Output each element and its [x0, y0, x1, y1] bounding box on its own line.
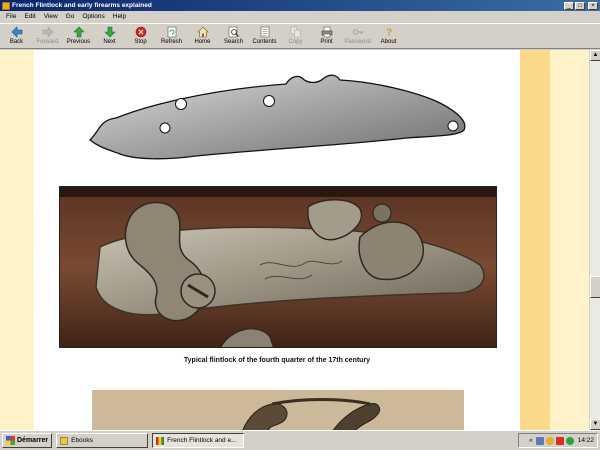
- tray-expand-icon[interactable]: «: [529, 437, 533, 444]
- scroll-down-icon[interactable]: ▼: [590, 419, 600, 430]
- next-button[interactable]: Next: [94, 24, 125, 49]
- arrow-left-icon: [11, 26, 23, 38]
- refresh-button[interactable]: Refresh: [156, 24, 187, 49]
- start-label: Démarrer: [17, 437, 49, 444]
- menu-bar: File Edit View Go Options Help: [0, 11, 600, 22]
- folder-icon: [60, 436, 69, 445]
- menu-options[interactable]: Options: [78, 13, 108, 20]
- start-button[interactable]: Démarrer: [2, 433, 53, 448]
- close-button[interactable]: ×: [588, 1, 598, 10]
- task-label: Ebooks: [71, 437, 93, 444]
- system-tray: « 14:22: [518, 433, 598, 448]
- maximize-button[interactable]: □: [575, 1, 585, 10]
- task-ebooks[interactable]: Ebooks: [56, 433, 149, 448]
- svg-text:?: ?: [385, 28, 391, 39]
- menu-view[interactable]: View: [40, 13, 62, 20]
- stop-button[interactable]: Stop: [125, 24, 156, 49]
- window-title: French Flintlock and early firearms expl…: [12, 2, 152, 9]
- search-icon: [228, 26, 240, 38]
- margin-band: [550, 50, 589, 430]
- arrow-down-icon: [103, 26, 116, 38]
- scroll-thumb[interactable]: [590, 276, 600, 298]
- figure-caption: Typical flintlock of the fourth quarter …: [183, 357, 371, 364]
- windows-logo-icon: [6, 436, 15, 445]
- app-icon: [2, 1, 10, 10]
- volume-icon[interactable]: [545, 436, 554, 445]
- vertical-scrollbar[interactable]: ▲ ▼: [589, 50, 600, 430]
- scroll-up-icon[interactable]: ▲: [590, 50, 600, 61]
- contents-icon: [259, 26, 271, 38]
- arrow-up-icon: [72, 26, 85, 38]
- book-icon: [156, 436, 165, 445]
- stop-icon: [135, 26, 147, 38]
- key-icon: [352, 26, 364, 38]
- contents-button[interactable]: Contents: [249, 24, 280, 49]
- updates-icon[interactable]: [565, 436, 574, 445]
- taskbar: Démarrer Ebooks French Flintlock and e..…: [0, 430, 600, 450]
- flintlock-photo: [59, 186, 497, 348]
- security-icon[interactable]: [555, 436, 564, 445]
- task-french-flintlock[interactable]: French Flintlock and e...: [152, 433, 245, 448]
- menu-edit[interactable]: Edit: [20, 13, 39, 20]
- title-bar: French Flintlock and early firearms expl…: [0, 0, 600, 11]
- help-icon: ?: [383, 26, 395, 39]
- menu-file[interactable]: File: [2, 13, 20, 20]
- about-button[interactable]: ? About: [373, 24, 404, 49]
- clock: 14:22: [577, 437, 594, 444]
- lock-plate-illustration: [89, 74, 466, 160]
- task-label: French Flintlock and e...: [167, 437, 237, 444]
- back-button[interactable]: Back: [1, 24, 32, 49]
- arrow-right-icon: [42, 26, 54, 38]
- menu-go[interactable]: Go: [62, 13, 79, 20]
- print-button[interactable]: Print: [311, 24, 342, 49]
- previous-button[interactable]: Previous: [63, 24, 94, 49]
- copy-button[interactable]: Copy: [280, 24, 311, 49]
- accent-band: [520, 50, 550, 430]
- copy-icon: [290, 26, 302, 38]
- menu-help[interactable]: Help: [109, 13, 130, 20]
- refresh-icon: [166, 26, 178, 38]
- password-button[interactable]: Password: [342, 24, 373, 49]
- toolbar: Back Forward Previous Next Stop Refresh: [0, 23, 600, 49]
- content-area: Typical flintlock of the fourth quarter …: [0, 50, 589, 430]
- network-icon[interactable]: [535, 436, 544, 445]
- home-icon: [196, 26, 209, 38]
- second-photo: [92, 390, 464, 430]
- home-button[interactable]: Home: [187, 24, 218, 49]
- print-icon: [321, 26, 333, 38]
- forward-button[interactable]: Forward: [32, 24, 63, 49]
- search-button[interactable]: Search: [218, 24, 249, 49]
- minimize-button[interactable]: _: [564, 1, 574, 10]
